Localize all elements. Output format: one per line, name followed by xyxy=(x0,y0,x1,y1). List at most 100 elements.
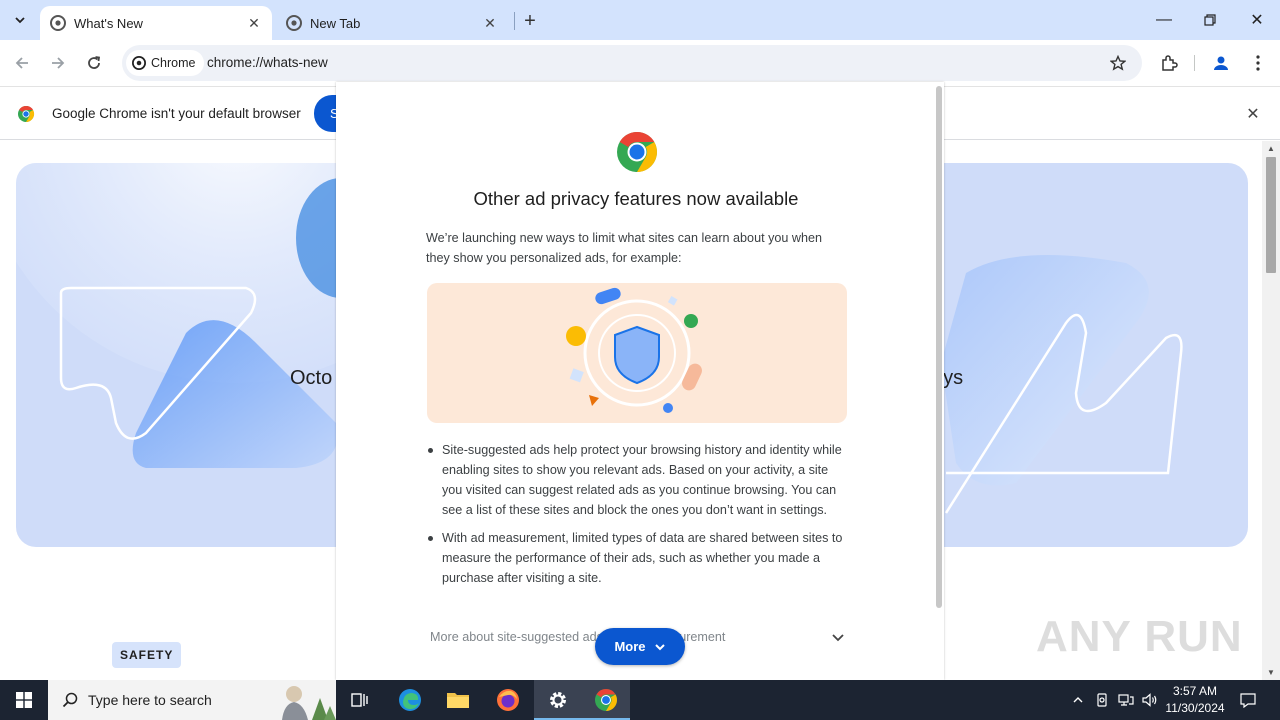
gear-icon xyxy=(550,692,566,708)
arrow-right-icon xyxy=(52,57,65,69)
edge-taskbar-button[interactable] xyxy=(386,680,434,720)
windows-taskbar: Type here to search 3:57 AM 11/30/2024 xyxy=(0,680,1280,720)
anyrun-watermark: ANY RUN xyxy=(1036,612,1243,661)
start-button[interactable] xyxy=(0,680,48,720)
notifications-button[interactable] xyxy=(1236,680,1260,720)
search-icon xyxy=(62,692,78,708)
tab-title: New Tab xyxy=(310,15,361,31)
reload-button[interactable] xyxy=(80,49,108,77)
feature-list: Site-suggested ads help protect your bro… xyxy=(426,440,850,596)
tab-new-tab[interactable]: New Tab ✕ xyxy=(276,6,508,40)
chrome-logo-icon xyxy=(18,105,35,123)
chrome-logo-icon xyxy=(617,132,657,172)
chrome-taskbar-button[interactable] xyxy=(582,680,630,720)
taskbar-search[interactable]: Type here to search xyxy=(48,680,336,720)
puzzle-icon xyxy=(1162,55,1178,71)
volume-button[interactable] xyxy=(1140,680,1160,720)
chrome-logo-icon xyxy=(595,689,617,711)
new-tab-button[interactable]: + xyxy=(518,9,542,33)
dialog-intro: We’re launching new ways to limit what s… xyxy=(426,231,822,265)
address-bar[interactable]: Chrome chrome://whats-new xyxy=(122,45,1142,81)
tab-whats-new[interactable]: What's New ✕ xyxy=(40,6,272,40)
hero-heading-left: Octo xyxy=(290,367,333,389)
chevron-down-icon xyxy=(15,17,25,24)
safety-badge: SAFETY xyxy=(112,642,182,668)
chrome-favicon-icon xyxy=(50,15,66,31)
restore-button[interactable] xyxy=(1187,0,1233,40)
chevron-down-icon[interactable] xyxy=(830,629,846,645)
system-clock[interactable]: 3:57 AM 11/30/2024 xyxy=(1160,683,1230,717)
network-button[interactable] xyxy=(1116,680,1136,720)
task-view-button[interactable] xyxy=(336,680,384,720)
star-icon xyxy=(1110,55,1126,71)
toolbar-divider xyxy=(1194,55,1195,71)
close-icon: ✕ xyxy=(1250,12,1264,29)
ad-privacy-dialog: Other ad privacy features now available … xyxy=(336,82,944,680)
speaker-icon xyxy=(1142,693,1157,707)
close-icon: ✕ xyxy=(1246,106,1260,123)
tab-strip: What's New ✕ New Tab ✕ + — ✕ xyxy=(0,0,1280,40)
infobar-message: Google Chrome isn't your default browser xyxy=(52,106,301,121)
browser-toolbar: Chrome chrome://whats-new xyxy=(0,40,1280,86)
tray-device-icon[interactable] xyxy=(1092,680,1112,720)
chevron-down-icon xyxy=(654,643,665,650)
task-view-icon xyxy=(351,693,368,707)
back-button[interactable] xyxy=(8,49,36,77)
chrome-logo-icon xyxy=(132,56,146,70)
firefox-icon xyxy=(497,689,519,711)
kebab-menu-icon xyxy=(1256,55,1260,71)
tab-title: What's New xyxy=(74,15,143,31)
dialog-scrollbar[interactable] xyxy=(936,86,942,608)
search-highlight-illustration xyxy=(282,686,336,720)
tab-search-button[interactable] xyxy=(6,7,34,33)
site-info-chip[interactable]: Chrome xyxy=(126,50,205,76)
file-explorer-button[interactable] xyxy=(434,680,482,720)
scroll-up-icon[interactable]: ▲ xyxy=(1267,144,1275,153)
scroll-down-icon[interactable]: ▼ xyxy=(1267,668,1275,677)
close-window-button[interactable]: ✕ xyxy=(1234,0,1280,40)
infobar-close-button[interactable]: ✕ xyxy=(1244,105,1262,123)
plus-icon: + xyxy=(524,9,536,32)
close-icon: ✕ xyxy=(248,14,260,31)
tray-overflow-button[interactable] xyxy=(1068,680,1088,720)
dialog-title: Other ad privacy features now available xyxy=(473,188,799,209)
reload-icon xyxy=(88,56,101,69)
firefox-taskbar-button[interactable] xyxy=(484,680,532,720)
more-button-label: More xyxy=(614,639,646,654)
tab-close-button[interactable]: ✕ xyxy=(244,13,264,33)
more-button[interactable]: More xyxy=(595,628,685,665)
clock-time: 3:57 AM xyxy=(1172,684,1218,698)
url-text[interactable]: chrome://whats-new xyxy=(207,55,328,70)
page-scrollbar[interactable]: ▲ ▼ xyxy=(1262,141,1280,680)
profile-button[interactable] xyxy=(1210,52,1232,74)
chevron-up-icon xyxy=(1073,697,1083,703)
privacy-illustration xyxy=(427,283,847,423)
forward-button[interactable] xyxy=(44,49,72,77)
bookmark-button[interactable] xyxy=(1108,53,1128,73)
minimize-icon: — xyxy=(1156,11,1172,28)
close-icon: ✕ xyxy=(484,14,496,31)
extensions-button[interactable] xyxy=(1158,52,1180,74)
settings-taskbar-button[interactable] xyxy=(534,680,582,720)
folder-icon xyxy=(447,693,469,708)
minimize-button[interactable]: — xyxy=(1141,0,1187,40)
chip-label: Chrome xyxy=(151,56,196,70)
tab-separator xyxy=(514,12,515,30)
tab-close-button[interactable]: ✕ xyxy=(480,13,500,33)
arrow-left-icon xyxy=(15,57,28,69)
list-item: With ad measurement, limited types of da… xyxy=(426,528,850,588)
list-item: Site-suggested ads help protect your bro… xyxy=(426,440,850,520)
profile-icon xyxy=(1214,56,1228,70)
scrollbar-thumb[interactable] xyxy=(1266,157,1276,273)
windows-logo-icon xyxy=(16,692,32,708)
clock-date: 11/30/2024 xyxy=(1165,701,1225,715)
chrome-favicon-icon xyxy=(286,15,302,31)
notification-icon xyxy=(1240,693,1256,708)
shield-illustration xyxy=(566,287,702,413)
restore-icon xyxy=(1204,14,1216,26)
device-icon xyxy=(1097,693,1107,707)
network-icon xyxy=(1118,694,1134,706)
search-placeholder: Type here to search xyxy=(88,692,212,708)
edge-icon xyxy=(399,689,421,711)
menu-button[interactable] xyxy=(1247,52,1269,74)
